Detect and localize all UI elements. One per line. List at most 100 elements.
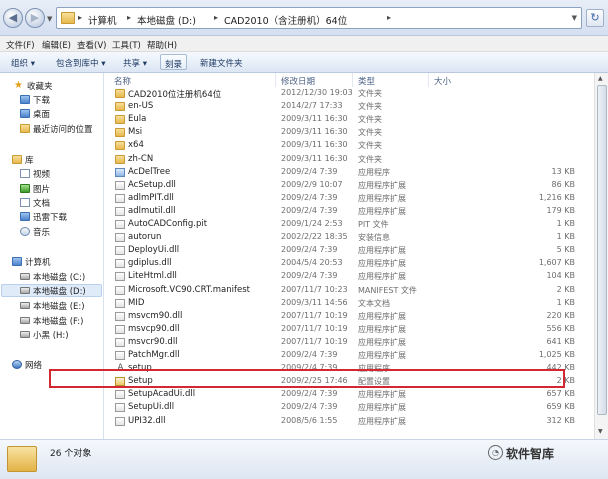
column-header-name[interactable]: 名称 bbox=[114, 75, 131, 87]
nav-label: 库 bbox=[25, 156, 34, 166]
file-icon bbox=[115, 259, 125, 269]
file-date: 2014/2/7 17:33 bbox=[281, 101, 343, 111]
chevron-right-icon: ▸ bbox=[78, 13, 83, 22]
file-icon bbox=[115, 298, 125, 308]
desktop-icon bbox=[20, 109, 30, 118]
new-folder-button[interactable]: 新建文件夹 bbox=[200, 57, 243, 69]
file-row[interactable]: Microsoft.VC90.CRT.manifest 2007/11/7 10:… bbox=[105, 284, 575, 297]
file-row[interactable]: zh-CN 2009/3/11 16:30 文件夹 bbox=[105, 153, 575, 166]
file-name: AcSetup.dll bbox=[128, 179, 176, 190]
menu-tools[interactable]: 工具(T) bbox=[112, 39, 141, 51]
file-row[interactable]: LiteHtml.dll 2009/2/4 7:39 应用程序扩展 104 KB bbox=[105, 270, 575, 283]
file-name: adlmPIT.dll bbox=[128, 192, 174, 203]
share-button[interactable]: 共享 ▾ bbox=[123, 57, 147, 69]
file-row[interactable]: msvcr90.dll 2007/11/7 10:19 应用程序扩展 641 KB bbox=[105, 336, 575, 349]
breadcrumb-computer[interactable]: 计算机 bbox=[88, 13, 117, 27]
column-divider[interactable] bbox=[428, 73, 429, 87]
vertical-scrollbar[interactable]: ▲ ▼ bbox=[594, 73, 608, 439]
file-row[interactable]: Eula 2009/3/11 16:30 文件夹 bbox=[105, 113, 575, 126]
file-size: 641 KB bbox=[546, 336, 575, 346]
file-row[interactable]: AutoCADConfig.pit 2009/1/24 2:53 PIT 文件 1 K… bbox=[105, 218, 575, 231]
file-row[interactable]: gdiplus.dll 2004/5/4 20:53 应用程序扩展 1,607 KB bbox=[105, 257, 575, 270]
recent-places-icon bbox=[20, 124, 30, 133]
file-row[interactable]: autorun 2002/2/22 18:35 安装信息 1 KB bbox=[105, 231, 575, 244]
menu-view[interactable]: 查看(V) bbox=[77, 39, 106, 51]
file-date: 2007/11/7 10:23 bbox=[281, 284, 348, 294]
file-icon bbox=[115, 311, 125, 321]
file-type: 应用程序扩展 bbox=[358, 390, 406, 400]
column-header-type[interactable]: 类型 bbox=[358, 75, 375, 87]
scroll-up-arrow-icon[interactable]: ▲ bbox=[598, 75, 603, 82]
file-date: 2002/2/22 18:35 bbox=[281, 232, 348, 242]
file-icon bbox=[115, 220, 125, 229]
scroll-down-arrow-icon[interactable]: ▼ bbox=[598, 428, 603, 435]
file-name: CAD2010位注册机64位 bbox=[128, 90, 222, 100]
organize-button[interactable]: 组织 ▾ bbox=[11, 57, 35, 69]
refresh-button[interactable]: ↻ bbox=[586, 9, 604, 27]
nav-label: 网络 bbox=[25, 361, 43, 371]
file-icon bbox=[115, 416, 125, 426]
file-name: msvcp90.dll bbox=[128, 323, 180, 334]
file-date: 2009/2/4 7:39 bbox=[281, 271, 338, 281]
star-icon: ★ bbox=[14, 80, 23, 91]
file-type: PIT 文件 bbox=[358, 220, 389, 229]
include-in-library-button[interactable]: 包含到库中 ▾ bbox=[56, 57, 105, 69]
computer-icon bbox=[12, 257, 22, 266]
burn-button[interactable]: 刻录 bbox=[160, 54, 188, 70]
file-row[interactable]: SetupAcadUi.dll 2009/2/4 7:39 应用程序扩展 657 KB bbox=[105, 388, 575, 401]
nav-label: 本地磁盘 (D:) bbox=[33, 287, 86, 297]
drive-icon bbox=[20, 287, 30, 294]
file-row[interactable]: PatchMgr.dll 2009/2/4 7:39 应用程序扩展 1,025 KB bbox=[105, 349, 575, 362]
thunder-download-icon bbox=[20, 212, 30, 221]
menu-help[interactable]: 帮助(H) bbox=[147, 39, 177, 51]
file-size: 1 KB bbox=[556, 232, 575, 242]
forward-button[interactable]: ▶ bbox=[25, 8, 45, 28]
nav-label: 最近访问的位置 bbox=[33, 125, 93, 135]
file-row[interactable]: DeployUi.dll 2009/2/4 7:39 应用程序扩展 5 KB bbox=[105, 244, 575, 257]
file-row[interactable]: AcSetup.dll 2009/2/9 10:07 应用程序扩展 86 KB bbox=[105, 179, 575, 192]
file-size: 1,607 KB bbox=[538, 258, 575, 268]
file-name: AutoCADConfig.pit bbox=[128, 219, 208, 229]
file-date: 2009/3/11 16:30 bbox=[281, 114, 348, 124]
file-row[interactable]: adlmutil.dll 2009/2/4 7:39 应用程序扩展 179 KB bbox=[105, 205, 575, 218]
file-type: 应用程序扩展 bbox=[358, 403, 406, 413]
annotation-highlight-box bbox=[49, 369, 565, 388]
address-bar: ◀ ▶ ▼ ▸ 计算机 ▸ 本地磁盘 (D:) ▸ CAD2010（含注册机）6… bbox=[0, 0, 608, 36]
breadcrumb-current-folder[interactable]: CAD2010（含注册机）64位 bbox=[224, 13, 347, 27]
file-row[interactable]: CAD2010位注册机64位 2012/12/30 19:03 文件夹 bbox=[105, 87, 575, 100]
file-row[interactable]: en-US 2014/2/7 17:33 文件夹 bbox=[105, 100, 575, 113]
column-header-size[interactable]: 大小 bbox=[434, 75, 451, 87]
recent-pages-arrow-icon[interactable]: ▼ bbox=[47, 15, 52, 23]
menu-edit[interactable]: 编辑(E) bbox=[42, 39, 71, 51]
breadcrumb-drive-d[interactable]: 本地磁盘 (D:) bbox=[137, 13, 196, 27]
music-library-icon bbox=[20, 227, 30, 236]
file-row[interactable]: msvcp90.dll 2007/11/7 10:19 应用程序扩展 556 KB bbox=[105, 323, 575, 336]
file-row[interactable]: SetupUi.dll 2009/2/4 7:39 应用程序扩展 659 KB bbox=[105, 401, 575, 414]
file-size: 13 KB bbox=[551, 166, 575, 176]
file-row[interactable]: msvcm90.dll 2007/11/7 10:19 应用程序扩展 220 KB bbox=[105, 310, 575, 323]
folder-icon bbox=[115, 102, 125, 112]
column-divider[interactable] bbox=[352, 73, 353, 87]
column-header-date[interactable]: 修改日期 bbox=[281, 75, 315, 87]
nav-label: 小黑 (H:) bbox=[33, 331, 69, 341]
file-icon bbox=[115, 351, 125, 360]
file-size: 556 KB bbox=[546, 323, 575, 333]
file-row[interactable]: adlmPIT.dll 2009/2/4 7:39 应用程序扩展 1,216 KB bbox=[105, 192, 575, 205]
nav-label: 文档 bbox=[33, 199, 51, 209]
file-row[interactable]: Msi 2009/3/11 16:30 文件夹 bbox=[105, 126, 575, 139]
file-row[interactable]: MID 2009/3/11 14:56 文本文档 1 KB bbox=[105, 297, 575, 310]
file-row[interactable]: x64 2009/3/11 16:30 文件夹 bbox=[105, 139, 575, 152]
file-date: 2012/12/30 19:03 bbox=[281, 88, 353, 97]
file-date: 2007/11/7 10:19 bbox=[281, 336, 348, 346]
file-type: MANIFEST 文件 bbox=[358, 285, 417, 295]
path-box[interactable]: ▸ 计算机 ▸ 本地磁盘 (D:) ▸ CAD2010（含注册机）64位 ▸ ▼ bbox=[56, 7, 582, 29]
column-divider[interactable] bbox=[275, 73, 276, 87]
menu-file[interactable]: 文件(F) bbox=[6, 39, 35, 51]
file-date: 2004/5/4 20:53 bbox=[281, 258, 343, 268]
chevron-down-icon[interactable]: ▼ bbox=[572, 14, 577, 22]
file-row[interactable]: AcDelTree 2009/2/4 7:39 应用程序 13 KB bbox=[105, 166, 575, 179]
file-type: 文件夹 bbox=[358, 115, 382, 125]
scrollbar-thumb[interactable] bbox=[597, 85, 607, 415]
back-button[interactable]: ◀ bbox=[3, 8, 23, 28]
file-row[interactable]: UPI32.dll 2008/5/6 1:55 应用程序扩展 312 KB bbox=[105, 415, 575, 428]
